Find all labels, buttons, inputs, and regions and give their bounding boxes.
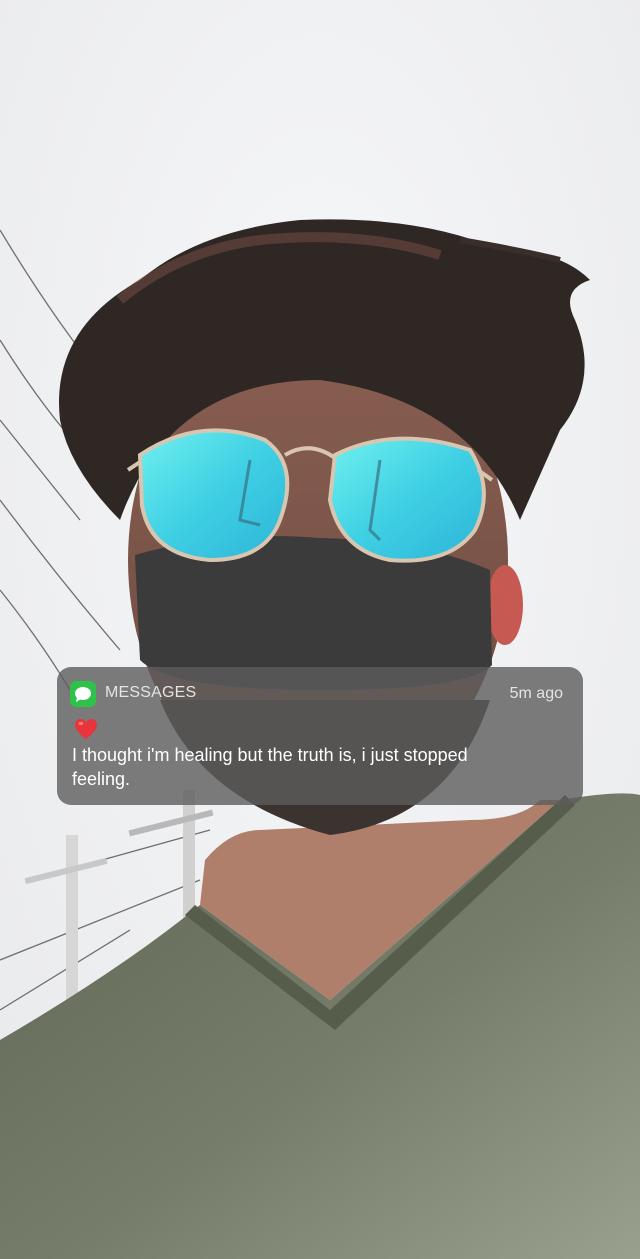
- messages-icon: [70, 681, 96, 707]
- message-notification[interactable]: MESSAGES 5m ago I thought i'm healing bu…: [57, 667, 583, 805]
- notification-message: I thought i'm healing but the truth is, …: [72, 745, 468, 789]
- red-heart-icon: [73, 716, 99, 742]
- notification-time: 5m ago: [509, 685, 563, 702]
- app-name: MESSAGES: [105, 684, 197, 701]
- background-photo: [0, 0, 640, 1259]
